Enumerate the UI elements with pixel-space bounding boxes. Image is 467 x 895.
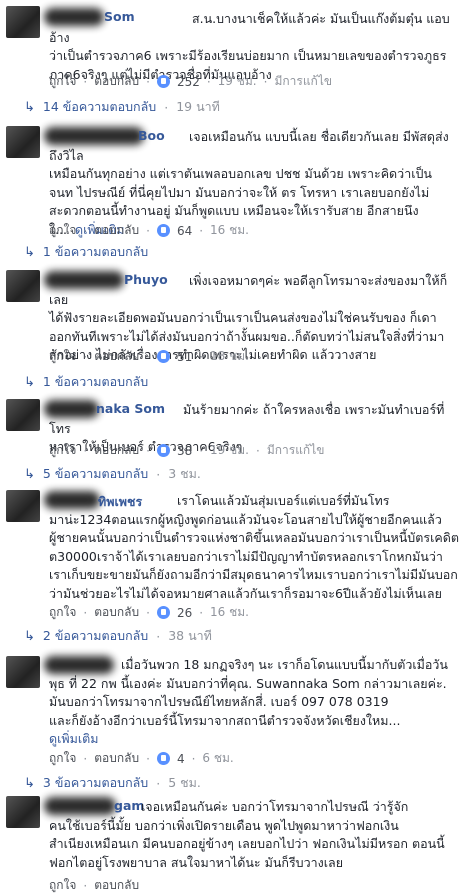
like-link[interactable]: ถูกใจ [49, 749, 76, 768]
reply-arrow-icon: ↳ [24, 244, 35, 260]
comment-time[interactable]: 16 ชม. [210, 603, 249, 622]
comment-time[interactable]: 19 ชม. [218, 72, 257, 91]
comment-time[interactable]: 18 ชม. [210, 347, 249, 366]
like-link[interactable]: ถูกใจ [49, 441, 76, 460]
edited-label[interactable]: มีการแก้ไข [267, 441, 325, 460]
like-reaction-icon [156, 444, 170, 457]
reply-arrow-icon: ↳ [24, 628, 35, 644]
like-link[interactable]: ถูกใจ [49, 876, 76, 895]
reply-link[interactable]: ตอบกลับ [94, 603, 139, 622]
comment-actions: ถูกใจ · ตอบกลับ · 38 · 19 ชม. · มีการแก้ไข [49, 441, 324, 460]
like-count[interactable]: 51 [177, 350, 192, 364]
like-link[interactable]: ถูกใจ [49, 72, 76, 91]
reply-arrow-icon: ↳ [24, 99, 35, 115]
edited-label[interactable]: มีการแก้ไข [274, 72, 332, 91]
avatar[interactable] [6, 6, 40, 38]
comment-actions: ถูกใจ · ตอบกลับ · 64 · 16 ชม. [49, 221, 249, 240]
like-reaction-icon [156, 752, 170, 765]
like-count[interactable]: 26 [177, 606, 192, 620]
like-link[interactable]: ถูกใจ [49, 221, 76, 240]
view-replies[interactable]: ↳ 2 ข้อความตอบกลับ · 38 นาที [24, 626, 212, 646]
like-count[interactable]: 4 [177, 752, 185, 766]
reply-link[interactable]: ตอบกลับ [94, 347, 139, 366]
like-reaction-icon [156, 224, 170, 237]
reply-arrow-icon: ↳ [24, 775, 35, 791]
reply-link[interactable]: ตอบกลับ [94, 749, 139, 768]
comment-actions: ถูกใจ · ตอบกลับ · 252 · 19 ชม. · มีการแก้ไข [49, 72, 332, 91]
like-count[interactable]: 64 [177, 224, 192, 238]
comment-time[interactable]: 19 ชม. [210, 441, 249, 460]
comment-actions: ถูกใจ · ตอบกลับ · 4 · 6 ชม. [49, 749, 234, 768]
view-replies[interactable]: ↳ 5 ข้อความตอบกลับ · 3 ชม. [24, 464, 201, 484]
like-reaction-icon [156, 75, 170, 88]
reply-link[interactable]: ตอบกลับ [94, 441, 139, 460]
avatar[interactable] [6, 126, 40, 158]
reply-link[interactable]: ตอบกลับ [94, 876, 139, 895]
avatar[interactable] [6, 490, 40, 522]
comment-actions: ถูกใจ · ตอบกลับ · 51 · 18 ชม. [49, 347, 249, 366]
like-count[interactable]: 252 [177, 75, 200, 89]
view-replies[interactable]: ↳ 3 ข้อความตอบกลับ · 5 ชม. [24, 773, 201, 793]
avatar[interactable] [6, 656, 40, 688]
reply-link[interactable]: ตอบกลับ [94, 221, 139, 240]
view-replies[interactable]: ↳ 1 ข้อความตอบกลับ [24, 242, 148, 262]
reply-arrow-icon: ↳ [24, 374, 35, 390]
comment-text: เราโดนแล้วมันสุ่มเบอร์แต่เบอร์ที่มันโทร … [49, 493, 459, 601]
like-link[interactable]: ถูกใจ [49, 347, 76, 366]
avatar[interactable] [6, 270, 40, 302]
reply-link[interactable]: ตอบกลับ [94, 72, 139, 91]
like-link[interactable]: ถูกใจ [49, 603, 76, 622]
avatar[interactable] [6, 399, 40, 431]
comment-text: เมื่อวันพวก 18 มกฏจริงๆ นะ เราก็อโดนแบบน… [49, 657, 448, 746]
like-reaction-icon [156, 350, 170, 363]
view-replies[interactable]: ↳ 14 ข้อความตอบกลับ · 19 นาที [24, 97, 220, 117]
comment-time[interactable]: 6 ชม. [202, 749, 233, 768]
like-count[interactable]: 38 [177, 444, 192, 458]
comment-time[interactable]: 16 ชม. [210, 221, 249, 240]
like-reaction-icon [156, 606, 170, 619]
comment-actions: ถูกใจ · ตอบกลับ [49, 876, 139, 895]
comment-actions: ถูกใจ · ตอบกลับ · 26 · 16 ชม. [49, 603, 249, 622]
avatar[interactable] [6, 796, 40, 828]
see-more-link[interactable]: ดูเพิ่มเติม [49, 731, 99, 746]
view-replies[interactable]: ↳ 1 ข้อความตอบกลับ [24, 372, 148, 392]
reply-arrow-icon: ↳ [24, 466, 35, 482]
comment-text: เจอเหมือนกันค่ะ บอกว่าโทรมาจากไปรษณี ว่า… [49, 799, 445, 870]
